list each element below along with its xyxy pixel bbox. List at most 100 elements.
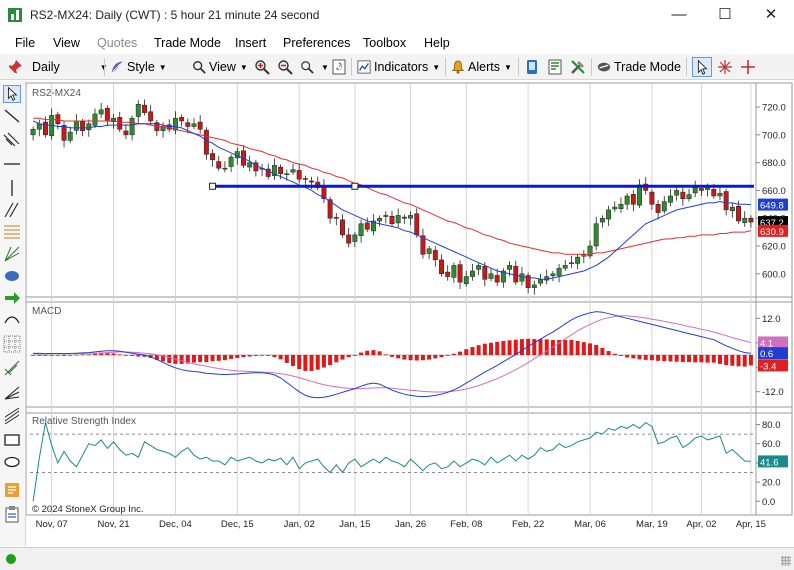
chart-area[interactable]: 720.0700.0680.0660.0640.0620.0600.0649.8… <box>25 81 794 546</box>
candle-body[interactable] <box>593 223 599 247</box>
horizontal-line-tool-icon[interactable] <box>3 155 21 173</box>
candle-body[interactable] <box>135 104 141 117</box>
macd-histogram-bar[interactable] <box>346 355 351 358</box>
candle-body[interactable] <box>129 117 135 136</box>
candle-body[interactable] <box>364 222 370 230</box>
macd-histogram-bar[interactable] <box>414 355 419 361</box>
macd-histogram-bar[interactable] <box>618 355 623 356</box>
menu-toolbox[interactable]: Toolbox <box>363 36 406 50</box>
candle-body[interactable] <box>569 262 574 265</box>
zoom-in-icon[interactable] <box>254 59 270 75</box>
macd-histogram-bar[interactable] <box>668 355 673 362</box>
candle-body[interactable] <box>575 256 581 264</box>
macd-histogram-bar[interactable] <box>340 355 345 360</box>
macd-histogram-bar[interactable] <box>748 355 753 366</box>
candle-body[interactable] <box>742 217 748 223</box>
candle-body[interactable] <box>507 265 513 270</box>
menu-file[interactable]: File <box>15 36 35 50</box>
resize-grip-icon[interactable] <box>781 556 791 566</box>
candle-body[interactable] <box>463 276 469 285</box>
macd-histogram-bar[interactable] <box>290 355 295 367</box>
fibonacci-tool-icon[interactable] <box>3 223 21 241</box>
candle-body[interactable] <box>674 190 680 196</box>
crosshair-star-icon[interactable] <box>717 59 733 75</box>
candle-body[interactable] <box>247 162 253 168</box>
candle-body[interactable] <box>439 259 444 275</box>
candle-body[interactable] <box>531 284 537 288</box>
macd-histogram-bar[interactable] <box>31 355 36 356</box>
candle-body[interactable] <box>729 206 735 211</box>
pointer-tool-icon[interactable] <box>3 85 21 103</box>
macd-histogram-bar[interactable] <box>717 355 722 364</box>
macd-histogram-bar[interactable] <box>111 353 116 355</box>
candle-body[interactable] <box>538 279 543 284</box>
macd-histogram-bar[interactable] <box>328 355 333 366</box>
candle-body[interactable] <box>649 191 655 205</box>
candle-body[interactable] <box>599 217 605 223</box>
macd-histogram-bar[interactable] <box>736 355 741 367</box>
macd-histogram-bar[interactable] <box>62 355 67 356</box>
macd-histogram-bar[interactable] <box>99 353 104 355</box>
candle-body[interactable] <box>612 206 618 210</box>
candle-body[interactable] <box>630 194 636 205</box>
candle-body[interactable] <box>383 215 389 217</box>
regression-tool-icon[interactable] <box>3 407 21 425</box>
candle-body[interactable] <box>98 109 104 115</box>
candle-body[interactable] <box>197 121 203 130</box>
candle-body[interactable] <box>346 234 352 244</box>
macd-histogram-bar[interactable] <box>123 355 128 356</box>
candle-body[interactable] <box>686 194 692 200</box>
macd-histogram-bar[interactable] <box>229 355 234 359</box>
macd-histogram-bar[interactable] <box>482 343 487 355</box>
interval-dropdown[interactable]: Daily▼ <box>32 57 108 77</box>
candle-body[interactable] <box>637 184 642 206</box>
macd-histogram-bar[interactable] <box>680 355 685 363</box>
candle-body[interactable] <box>711 189 717 197</box>
candle-body[interactable] <box>61 125 67 141</box>
macd-histogram-bar[interactable] <box>191 355 196 363</box>
candle-body[interactable] <box>736 206 741 222</box>
candle-body[interactable] <box>469 270 475 277</box>
andrews-pitchfork-icon[interactable] <box>3 359 21 377</box>
text-note-tool-icon[interactable] <box>3 481 21 499</box>
macd-histogram-bar[interactable] <box>43 355 48 356</box>
candle-body[interactable] <box>191 123 197 127</box>
macd-histogram-bar[interactable] <box>631 355 636 359</box>
candle-body[interactable] <box>494 275 500 283</box>
macd-histogram-bar[interactable] <box>581 342 586 355</box>
candle-body[interactable] <box>203 129 209 155</box>
macd-histogram-bar[interactable] <box>662 355 667 362</box>
macd-histogram-bar[interactable] <box>693 355 698 363</box>
candle-body[interactable] <box>680 191 686 200</box>
menu-trade-mode[interactable]: Trade Mode <box>154 36 221 50</box>
macd-histogram-bar[interactable] <box>458 351 463 355</box>
candle-body[interactable] <box>92 113 98 126</box>
candle-body[interactable] <box>296 170 302 180</box>
candle-body[interactable] <box>488 273 494 279</box>
trend-line-handle[interactable] <box>351 182 359 190</box>
macd-histogram-bar[interactable] <box>247 355 252 357</box>
macd-histogram-bar[interactable] <box>167 355 172 363</box>
candle-body[interactable] <box>228 156 234 167</box>
candle-body[interactable] <box>185 122 191 127</box>
macd-histogram-bar[interactable] <box>352 355 357 356</box>
macd-histogram-bar[interactable] <box>117 354 122 356</box>
candle-body[interactable] <box>67 131 73 141</box>
macd-histogram-bar[interactable] <box>204 355 209 363</box>
candle-body[interactable] <box>117 117 123 130</box>
macd-histogram-bar[interactable] <box>309 355 314 371</box>
macd-histogram-bar[interactable] <box>476 345 481 355</box>
crosshair-icon[interactable] <box>740 59 756 75</box>
candle-body[interactable] <box>123 130 129 136</box>
menu-insert[interactable]: Insert <box>235 36 266 50</box>
macd-histogram-bar[interactable] <box>136 355 141 357</box>
ellipse-tool-icon[interactable] <box>3 267 21 285</box>
macd-histogram-bar[interactable] <box>625 355 630 358</box>
candle-body[interactable] <box>302 178 308 180</box>
macd-histogram-bar[interactable] <box>544 339 549 355</box>
macd-histogram-bar[interactable] <box>321 355 326 368</box>
candle-body[interactable] <box>698 188 704 191</box>
macd-histogram-bar[interactable] <box>519 339 524 355</box>
macd-histogram-bar[interactable] <box>396 355 401 359</box>
macd-signal-line[interactable] <box>33 315 752 393</box>
